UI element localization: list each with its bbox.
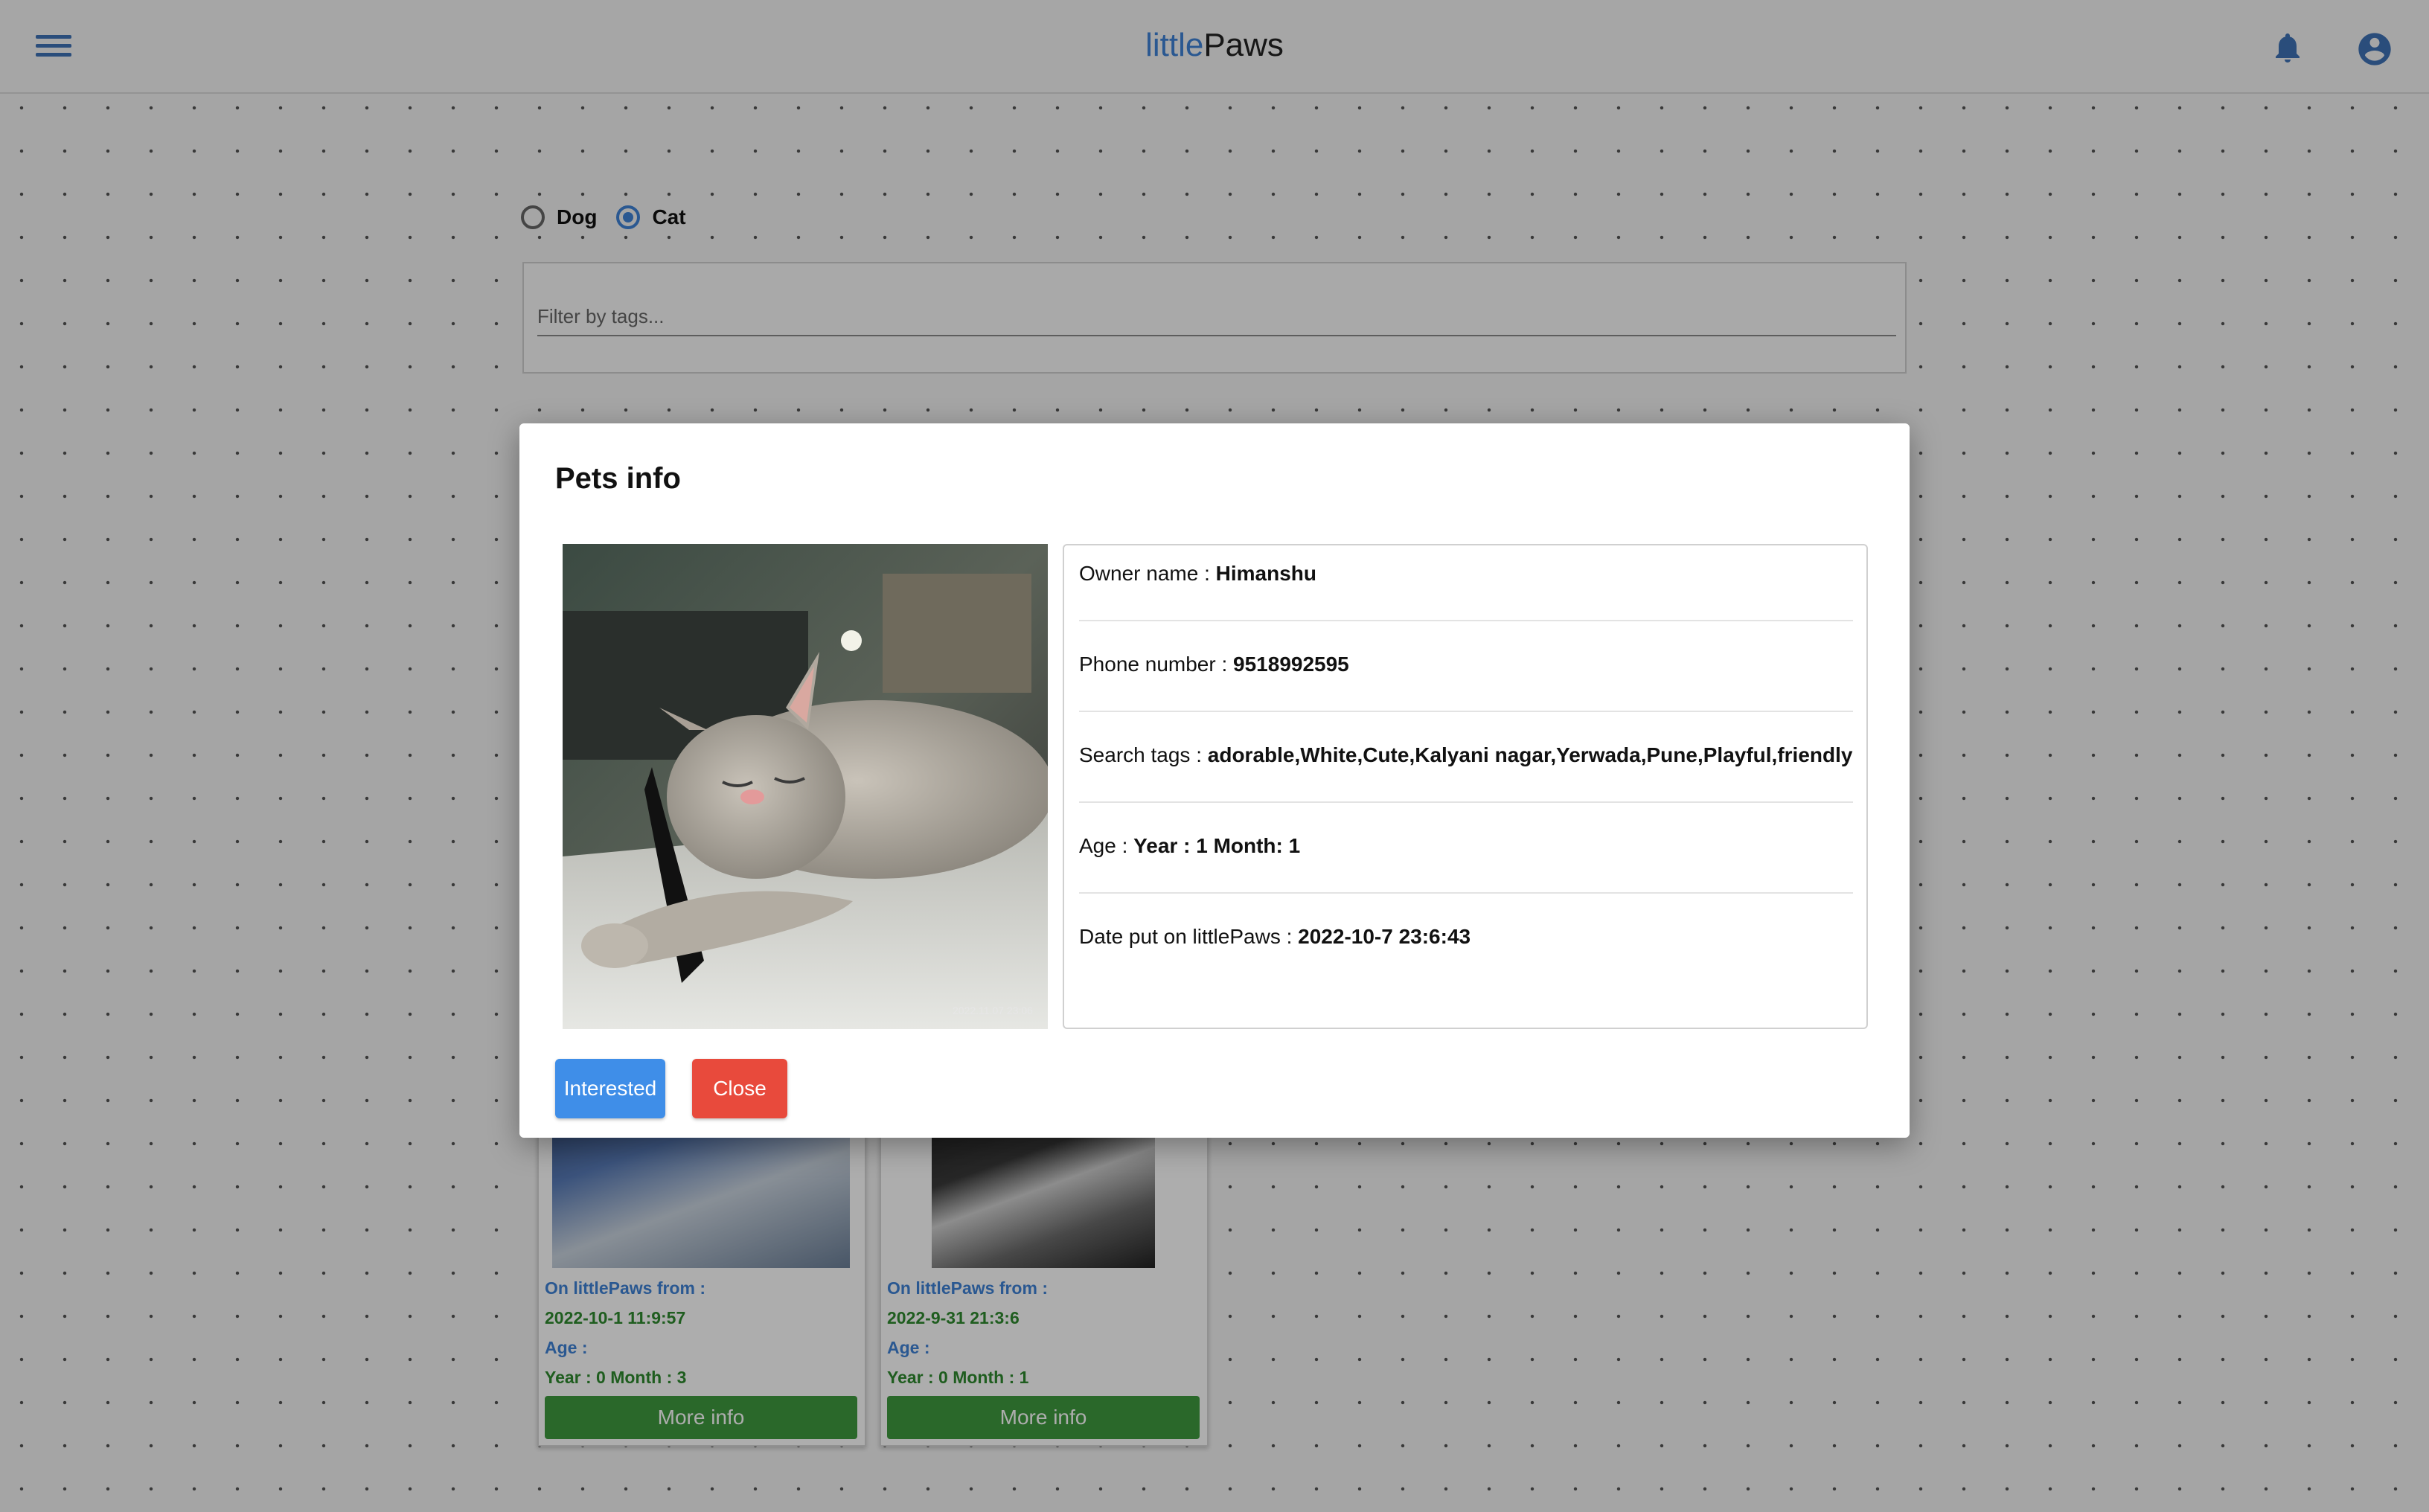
tags-value: adorable,White,Cute,Kalyani nagar,Yerwad… (1207, 743, 1853, 766)
phone-value: 9518992595 (1233, 653, 1349, 676)
dialog-title: Pets info (555, 462, 681, 495)
owner-label: Owner name : (1079, 562, 1216, 585)
owner-row: Owner name : Himanshu (1079, 562, 1853, 586)
row-divider (1079, 892, 1853, 894)
age-row: Age : Year : 1 Month: 1 (1079, 834, 1853, 858)
row-divider (1079, 711, 1853, 712)
tags-row: Search tags : adorable,White,Cute,Kalyan… (1079, 743, 1853, 767)
age-label: Age : (1079, 834, 1134, 857)
date-value: 2022-10-7 23:6:43 (1298, 925, 1471, 948)
row-divider (1079, 801, 1853, 803)
owner-value: Himanshu (1215, 562, 1316, 585)
phone-label: Phone number : (1079, 653, 1234, 676)
date-row: Date put on littlePaws : 2022-10-7 23:6:… (1079, 925, 1853, 949)
pet-photo: 2022.11.07 23:06 (563, 544, 1048, 1029)
age-value: Year : 1 Month: 1 (1133, 834, 1301, 857)
photo-timestamp: 2022.11.07 23:06 (953, 1005, 1033, 1016)
pets-info-dialog: Pets info 2022.11.07 23:06 Owner name: … (519, 423, 1910, 1138)
close-button[interactable]: Close (692, 1059, 787, 1118)
phone-row: Phone number : 9518992595 (1079, 653, 1853, 676)
row-divider (1079, 620, 1853, 621)
cat-illustration: 2022.11.07 23:06 (563, 544, 1048, 1029)
tags-label: Search tags : (1079, 743, 1208, 766)
pet-details-panel: Owner name : Himanshu Phone number : 951… (1063, 544, 1868, 1029)
date-label: Date put on littlePaws : (1079, 925, 1299, 948)
interested-button[interactable]: Interested (555, 1059, 665, 1118)
